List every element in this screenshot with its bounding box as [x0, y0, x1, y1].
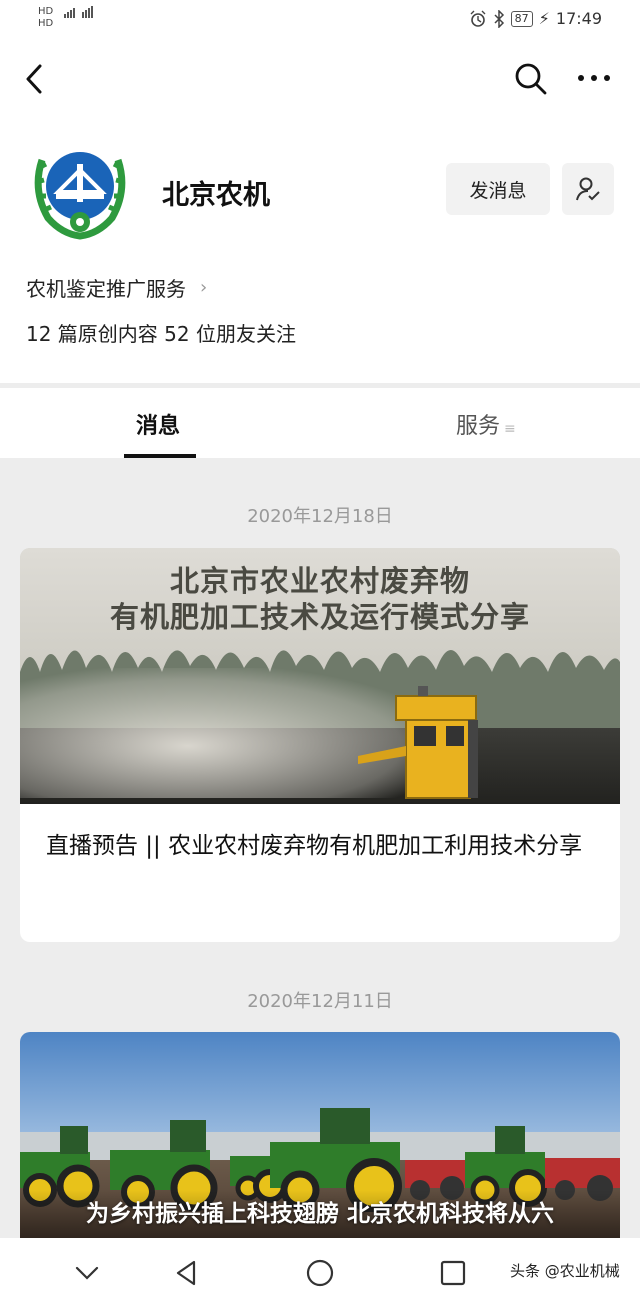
- category-label: 农机鉴定推广服务: [26, 277, 186, 301]
- status-right: 87 ⚡ 17:49: [469, 9, 602, 28]
- account-category[interactable]: 农机鉴定推广服务 ›: [26, 273, 207, 302]
- content-tabs: 消息 服务 ≡: [0, 388, 640, 458]
- feed-date: 2020年12月18日: [247, 506, 393, 527]
- nav-home-icon[interactable]: [303, 1256, 337, 1290]
- user-check-icon: [576, 177, 600, 201]
- top-nav: [0, 38, 640, 118]
- chevron-down-icon[interactable]: [70, 1256, 104, 1290]
- account-logo[interactable]: [28, 140, 132, 240]
- battery-indicator: 87: [510, 10, 533, 27]
- alarm-icon: [470, 10, 486, 27]
- network-indicators: HD HD: [38, 6, 96, 30]
- watermark: 头条 @农业机械: [510, 1262, 620, 1280]
- bluetooth-icon: [494, 9, 504, 28]
- article-title[interactable]: 直播预告 || 农业农村废弃物有机肥加工利用技术分享: [20, 804, 620, 866]
- active-tab-indicator: [124, 454, 196, 458]
- nav-back-icon[interactable]: [170, 1256, 204, 1290]
- system-nav-bar: 头条 @农业机械: [0, 1238, 640, 1306]
- signal-icon: [64, 6, 94, 18]
- hd-label-top: HD: [38, 6, 54, 17]
- menu-lines-icon: ≡: [504, 421, 516, 437]
- nav-recent-apps-icon[interactable]: [436, 1256, 470, 1290]
- more-icon[interactable]: [574, 64, 614, 92]
- account-name: 北京农机: [162, 180, 270, 211]
- status-bar: HD HD 87 ⚡ 17:49: [0, 0, 640, 38]
- account-stats: 12 篇原创内容 52 位朋友关注: [26, 322, 296, 346]
- article-cover-image[interactable]: 北京市农业农村废弃物 有机肥加工技术及运行模式分享: [20, 548, 620, 804]
- article-card[interactable]: 北京市农业农村废弃物 有机肥加工技术及运行模式分享 直播预告 || 农业农村废弃…: [20, 548, 620, 942]
- tab-services[interactable]: 服务 ≡: [456, 408, 516, 440]
- article-card[interactable]: 为乡村振兴插上科技翅膀 北京农机科技将从六: [20, 1032, 620, 1246]
- feed-date: 2020年12月11日: [247, 991, 393, 1012]
- charging-icon: ⚡: [538, 9, 550, 28]
- cover-caption: 为乡村振兴插上科技翅膀 北京农机科技将从六: [85, 1201, 554, 1227]
- search-icon[interactable]: [512, 60, 548, 96]
- tab-messages[interactable]: 消息: [136, 408, 180, 440]
- compost-turner-machine: [358, 686, 478, 799]
- send-message-button[interactable]: 发消息: [446, 163, 550, 215]
- follow-button[interactable]: [562, 163, 614, 215]
- account-profile: 北京农机 发消息 农机鉴定推广服务 › 12 篇原创内容 52 位朋友关注: [0, 118, 640, 383]
- article-cover-image[interactable]: 为乡村振兴插上科技翅膀 北京农机科技将从六: [20, 1032, 620, 1246]
- chevron-right-icon: ›: [200, 277, 208, 298]
- clock: 17:49: [555, 9, 602, 28]
- back-arrow-icon[interactable]: [20, 62, 50, 96]
- tab-services-label: 服务: [456, 414, 501, 439]
- hd-label-bottom: HD: [38, 18, 54, 29]
- cover-headline-line2: 有机肥加工技术及运行模式分享: [109, 600, 530, 634]
